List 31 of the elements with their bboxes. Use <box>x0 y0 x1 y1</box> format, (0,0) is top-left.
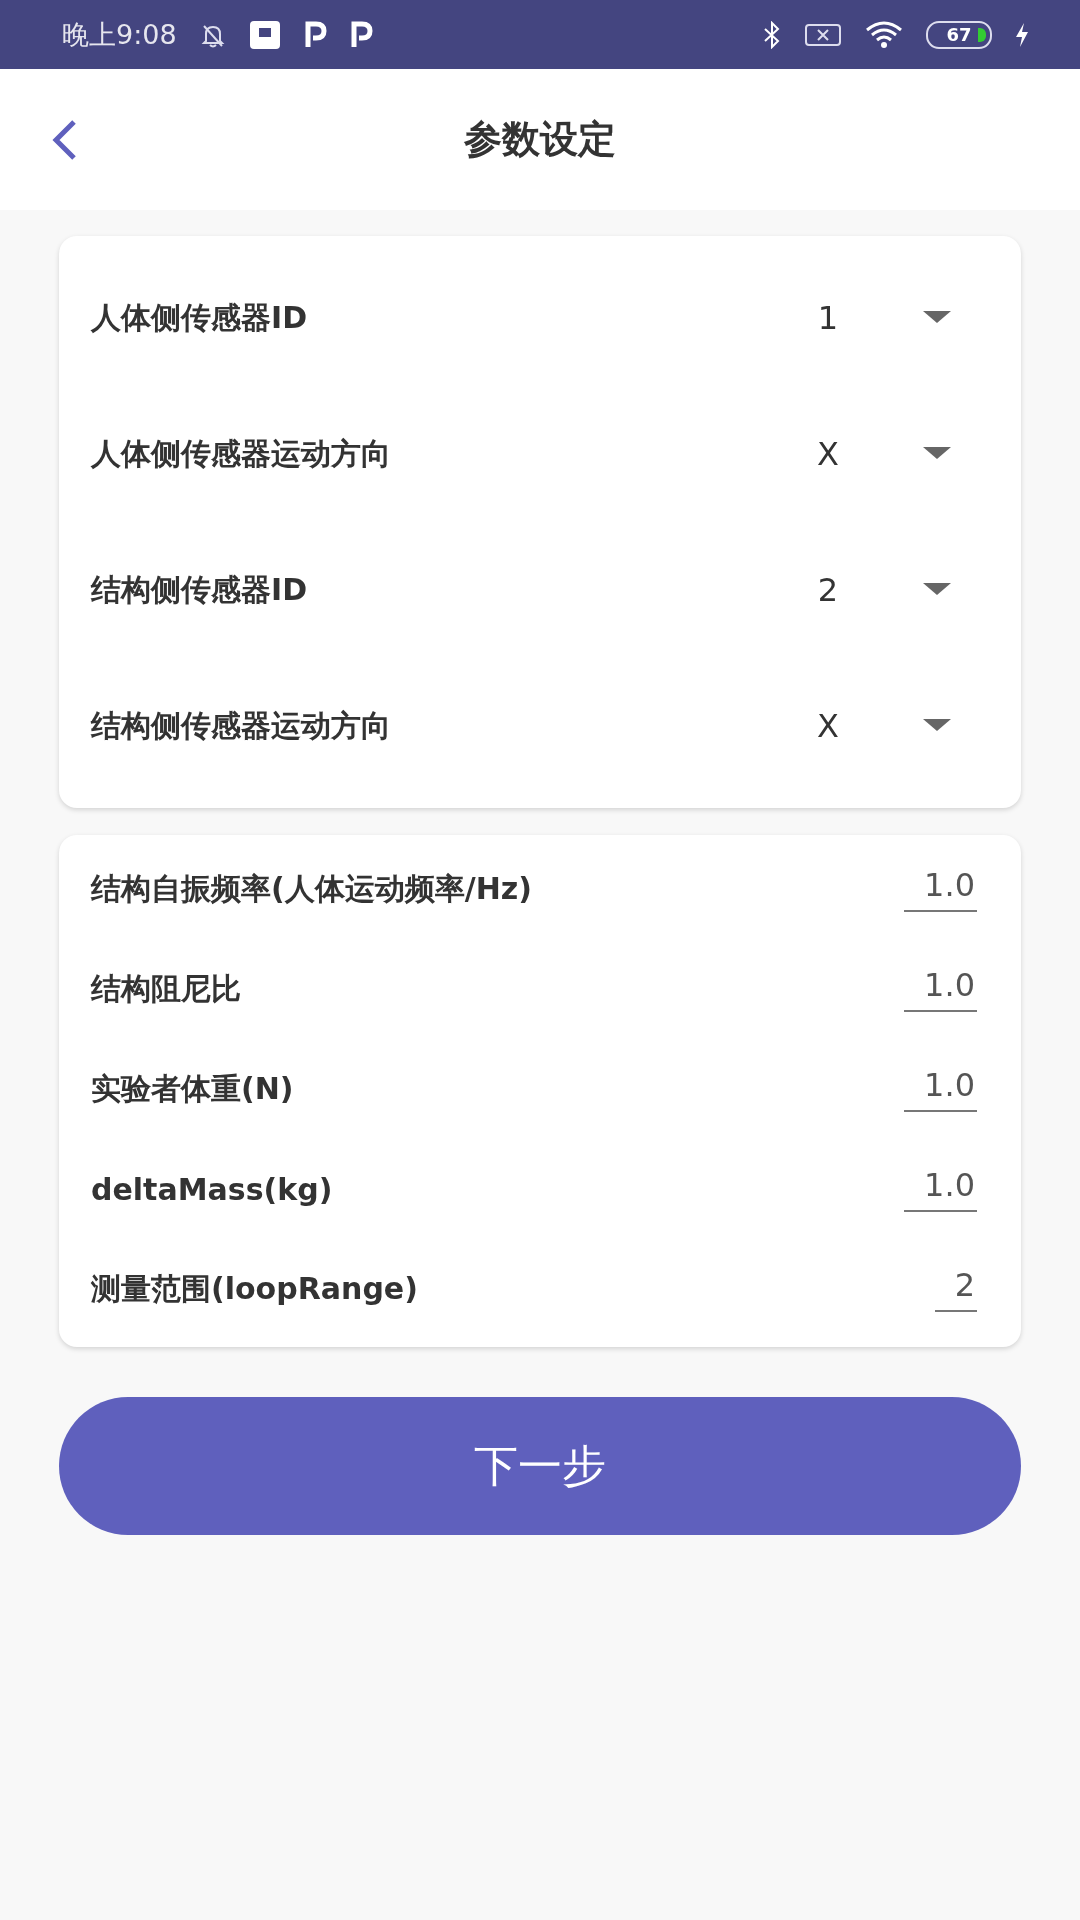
field-label: 测量范围(loopRange) <box>91 1269 418 1308</box>
field-label: 结构侧传感器ID <box>91 570 308 609</box>
dropdown[interactable]: X <box>813 707 951 745</box>
field-label: 结构自振频率(人体运动频率/Hz) <box>91 869 532 908</box>
field-label: 人体侧传感器ID <box>91 298 308 337</box>
bluetooth-icon <box>762 20 782 49</box>
input-field[interactable]: 2 <box>934 1266 977 1312</box>
caret-icon <box>923 719 951 733</box>
sim-icon <box>804 21 842 48</box>
field-label: 人体侧传感器运动方向 <box>91 434 391 473</box>
next-button[interactable]: 下一步 <box>59 1397 1021 1535</box>
status-time: 晚上9:08 <box>62 17 177 52</box>
caret-icon <box>923 311 951 325</box>
page-title: 参数设定 <box>464 116 616 163</box>
field-label: 结构侧传感器运动方向 <box>91 706 391 745</box>
field-label: 结构阻尼比 <box>91 969 241 1008</box>
input-field[interactable]: 1.0 <box>904 1166 977 1212</box>
field-label: 实验者体重(N) <box>91 1069 294 1108</box>
app-icon <box>248 19 281 50</box>
dropdown[interactable]: 1 <box>813 299 951 337</box>
input-field[interactable]: 1.0 <box>904 1066 977 1112</box>
dropdown[interactable]: 2 <box>813 571 951 609</box>
dropdown[interactable]: X <box>813 435 951 473</box>
field-label: deltaMass(kg) <box>91 1171 333 1207</box>
charging-icon <box>1014 21 1030 48</box>
battery-icon: 67 <box>926 20 992 49</box>
wifi-icon <box>864 19 904 50</box>
caret-icon <box>923 447 951 461</box>
caret-icon <box>923 583 951 597</box>
input-field[interactable]: 1.0 <box>904 866 977 912</box>
input-field[interactable]: 1.0 <box>904 966 977 1012</box>
